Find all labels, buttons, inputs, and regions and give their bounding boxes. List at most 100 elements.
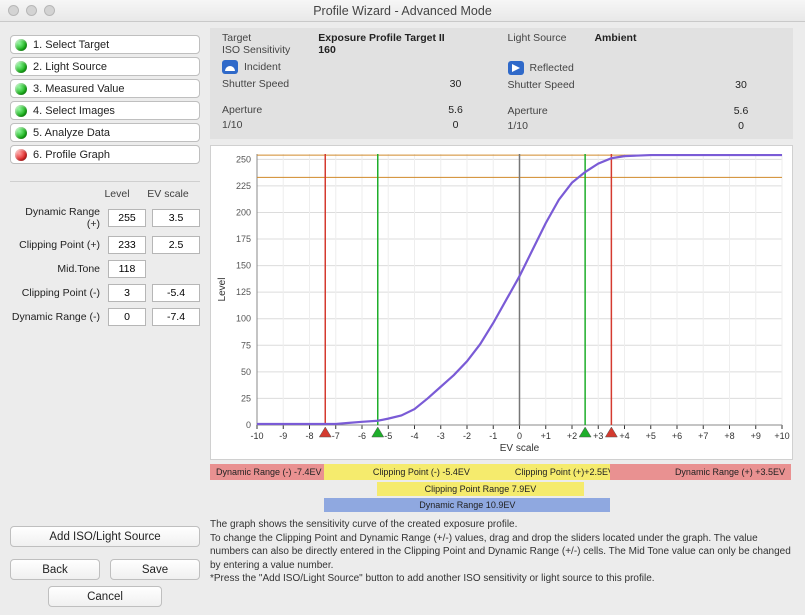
label: Dynamic Range (+) bbox=[10, 206, 102, 230]
cp-minus-level-input[interactable] bbox=[108, 284, 146, 302]
v: 30 bbox=[701, 79, 781, 91]
exposure-meta: Target ISO Sensitivity Exposure Profile … bbox=[210, 28, 793, 139]
status-dot-icon bbox=[15, 127, 27, 139]
dr-plus-level-input[interactable] bbox=[108, 209, 146, 227]
titlebar: Profile Wizard - Advanced Mode bbox=[0, 0, 805, 22]
step-label: 5. Analyze Data bbox=[33, 127, 110, 139]
k: Shutter Speed bbox=[222, 78, 416, 90]
save-button[interactable]: Save bbox=[110, 559, 200, 580]
back-button[interactable]: Back bbox=[10, 559, 100, 580]
step-select-images[interactable]: 4. Select Images bbox=[10, 101, 200, 120]
svg-text:125: 125 bbox=[236, 287, 251, 297]
legend-cp-minus: Clipping Point (-) -5.4EV bbox=[324, 464, 518, 480]
form-header: Level EV scale bbox=[10, 188, 200, 200]
step-measured-value[interactable]: 3. Measured Value bbox=[10, 79, 200, 98]
step-light-source[interactable]: 2. Light Source bbox=[10, 57, 200, 76]
v: 0 bbox=[701, 120, 781, 132]
step-label: 3. Measured Value bbox=[33, 83, 125, 95]
k: 1/10 bbox=[508, 120, 702, 132]
svg-text:+9: +9 bbox=[751, 431, 761, 441]
exposure-name: Exposure Profile Target II bbox=[318, 32, 444, 44]
row-clipping-point-plus: Clipping Point (+) bbox=[10, 236, 200, 254]
step-profile-graph[interactable]: 6. Profile Graph bbox=[10, 145, 200, 164]
status-dot-icon bbox=[15, 39, 27, 51]
wizard-steps: 1. Select Target 2. Light Source 3. Meas… bbox=[10, 30, 200, 171]
label: Dynamic Range (-) bbox=[10, 311, 102, 323]
svg-text:150: 150 bbox=[236, 261, 251, 271]
svg-text:+5: +5 bbox=[646, 431, 656, 441]
svg-text:Level: Level bbox=[217, 278, 228, 302]
iso-label: ISO Sensitivity bbox=[222, 44, 290, 56]
svg-text:+1: +1 bbox=[541, 431, 551, 441]
status-dot-icon bbox=[15, 149, 27, 161]
step-label: 6. Profile Graph bbox=[33, 149, 110, 161]
profile-values-form: Level EV scale Dynamic Range (+) Clippin… bbox=[10, 188, 200, 332]
row-clipping-point-minus: Clipping Point (-) bbox=[10, 284, 200, 302]
help-line: The graph shows the sensitivity curve of… bbox=[210, 518, 793, 532]
step-analyze-data[interactable]: 5. Analyze Data bbox=[10, 123, 200, 142]
svg-text:-5: -5 bbox=[384, 431, 392, 441]
close-window-icon[interactable] bbox=[8, 5, 19, 16]
step-label: 4. Select Images bbox=[33, 105, 115, 117]
divider bbox=[10, 181, 200, 182]
zoom-window-icon[interactable] bbox=[44, 5, 55, 16]
svg-text:-9: -9 bbox=[279, 431, 287, 441]
cancel-button[interactable]: Cancel bbox=[48, 586, 162, 607]
dr-plus-ev-input[interactable] bbox=[152, 209, 200, 227]
incident-icon bbox=[222, 60, 238, 74]
step-select-target[interactable]: 1. Select Target bbox=[10, 35, 200, 54]
svg-text:+3: +3 bbox=[593, 431, 603, 441]
v: 30 bbox=[416, 78, 496, 90]
mid-tone-input[interactable] bbox=[108, 260, 146, 278]
minimize-window-icon[interactable] bbox=[26, 5, 37, 16]
profile-chart[interactable]: 0255075100125150175200225250-10-9-8-7-6-… bbox=[210, 145, 793, 460]
legend-cp-range: Clipping Point Range 7.9EV bbox=[377, 482, 584, 496]
k: Aperture bbox=[222, 104, 416, 116]
label: Clipping Point (+) bbox=[10, 239, 102, 251]
cp-plus-ev-input[interactable] bbox=[152, 236, 200, 254]
incident-title: Incident bbox=[244, 61, 281, 73]
svg-text:225: 225 bbox=[236, 181, 251, 191]
v: 0 bbox=[416, 119, 496, 131]
svg-text:+8: +8 bbox=[724, 431, 734, 441]
sidebar-buttons: Add ISO/Light Source Back Save Cancel bbox=[10, 526, 200, 607]
dr-minus-level-input[interactable] bbox=[108, 308, 146, 326]
v: 5.6 bbox=[701, 105, 781, 117]
chart-svg: 0255075100125150175200225250-10-9-8-7-6-… bbox=[211, 146, 792, 459]
row-dynamic-range-plus: Dynamic Range (+) bbox=[10, 206, 200, 230]
svg-text:+6: +6 bbox=[672, 431, 682, 441]
svg-text:-2: -2 bbox=[463, 431, 471, 441]
label: Clipping Point (-) bbox=[10, 287, 102, 299]
legend-dr-plus: Dynamic Range (+) +3.5EV bbox=[610, 464, 791, 480]
svg-text:-3: -3 bbox=[437, 431, 445, 441]
help-line: *Press the "Add ISO/Light Source" button… bbox=[210, 572, 793, 586]
svg-text:75: 75 bbox=[241, 340, 251, 350]
svg-text:50: 50 bbox=[241, 367, 251, 377]
svg-text:-7: -7 bbox=[332, 431, 340, 441]
target-label: Target bbox=[222, 32, 290, 44]
step-label: 1. Select Target bbox=[33, 39, 109, 51]
svg-text:+4: +4 bbox=[619, 431, 629, 441]
row-dynamic-range-minus: Dynamic Range (-) bbox=[10, 308, 200, 326]
legend-dynamic-range: Dynamic Range 10.9EV bbox=[324, 498, 610, 512]
help-text: The graph shows the sensitivity curve of… bbox=[210, 518, 793, 586]
svg-text:-4: -4 bbox=[410, 431, 418, 441]
svg-text:100: 100 bbox=[236, 314, 251, 324]
reflected-icon bbox=[508, 61, 524, 75]
status-dot-icon bbox=[15, 61, 27, 73]
svg-text:+10: +10 bbox=[774, 431, 789, 441]
sidebar: 1. Select Target 2. Light Source 3. Meas… bbox=[0, 22, 210, 615]
legend-bars: Dynamic Range (-) -7.4EV Clipping Point … bbox=[210, 462, 793, 512]
svg-text:EV scale: EV scale bbox=[500, 443, 540, 454]
svg-text:+2: +2 bbox=[567, 431, 577, 441]
svg-text:250: 250 bbox=[236, 154, 251, 164]
window-controls bbox=[8, 5, 55, 16]
cp-plus-level-input[interactable] bbox=[108, 236, 146, 254]
add-iso-light-button[interactable]: Add ISO/Light Source bbox=[10, 526, 200, 547]
dr-minus-ev-input[interactable] bbox=[152, 308, 200, 326]
cp-minus-ev-input[interactable] bbox=[152, 284, 200, 302]
svg-text:+7: +7 bbox=[698, 431, 708, 441]
help-line: To change the Clipping Point and Dynamic… bbox=[210, 532, 793, 573]
svg-text:-10: -10 bbox=[250, 431, 263, 441]
iso-value: 160 bbox=[318, 44, 444, 56]
